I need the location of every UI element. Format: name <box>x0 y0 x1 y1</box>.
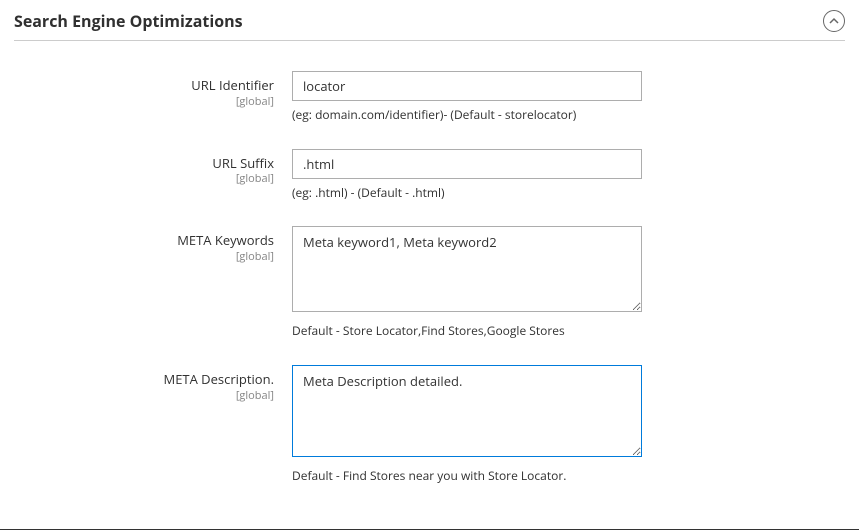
field-hint: Default - Find Stores near you with Stor… <box>292 468 642 484</box>
label-col: URL Identifier [global] <box>14 71 292 109</box>
field-meta-description: META Description. [global] Default - Fin… <box>14 365 845 484</box>
field-label: URL Identifier <box>14 77 274 94</box>
input-col: (eg: domain.com/identifier)- (Default - … <box>292 71 642 123</box>
input-col: Default - Store Locator,Find Stores,Goog… <box>292 226 642 339</box>
meta-description-textarea[interactable] <box>292 365 642 457</box>
meta-keywords-textarea[interactable] <box>292 226 642 312</box>
field-label: URL Suffix <box>14 155 274 172</box>
field-label: META Description. <box>14 371 274 388</box>
collapse-toggle[interactable] <box>823 10 845 32</box>
field-url-identifier: URL Identifier [global] (eg: domain.com/… <box>14 71 845 123</box>
input-col: Default - Find Stores near you with Stor… <box>292 365 642 484</box>
url-suffix-input[interactable] <box>292 149 642 179</box>
field-label: META Keywords <box>14 232 274 249</box>
field-scope: [global] <box>14 249 274 264</box>
field-scope: [global] <box>14 388 274 403</box>
field-scope: [global] <box>14 171 274 186</box>
field-url-suffix: URL Suffix [global] (eg: .html) - (Defau… <box>14 149 845 201</box>
section-title: Search Engine Optimizations <box>14 10 243 32</box>
field-hint: (eg: .html) - (Default - .html) <box>292 185 642 201</box>
field-hint: Default - Store Locator,Find Stores,Goog… <box>292 323 642 339</box>
chevron-up-icon <box>829 16 839 26</box>
field-meta-keywords: META Keywords [global] Default - Store L… <box>14 226 845 339</box>
section-header: Search Engine Optimizations <box>14 10 845 41</box>
label-col: URL Suffix [global] <box>14 149 292 187</box>
field-hint: (eg: domain.com/identifier)- (Default - … <box>292 107 642 123</box>
label-col: META Description. [global] <box>14 365 292 403</box>
input-col: (eg: .html) - (Default - .html) <box>292 149 642 201</box>
field-scope: [global] <box>14 94 274 109</box>
url-identifier-input[interactable] <box>292 71 642 101</box>
label-col: META Keywords [global] <box>14 226 292 264</box>
